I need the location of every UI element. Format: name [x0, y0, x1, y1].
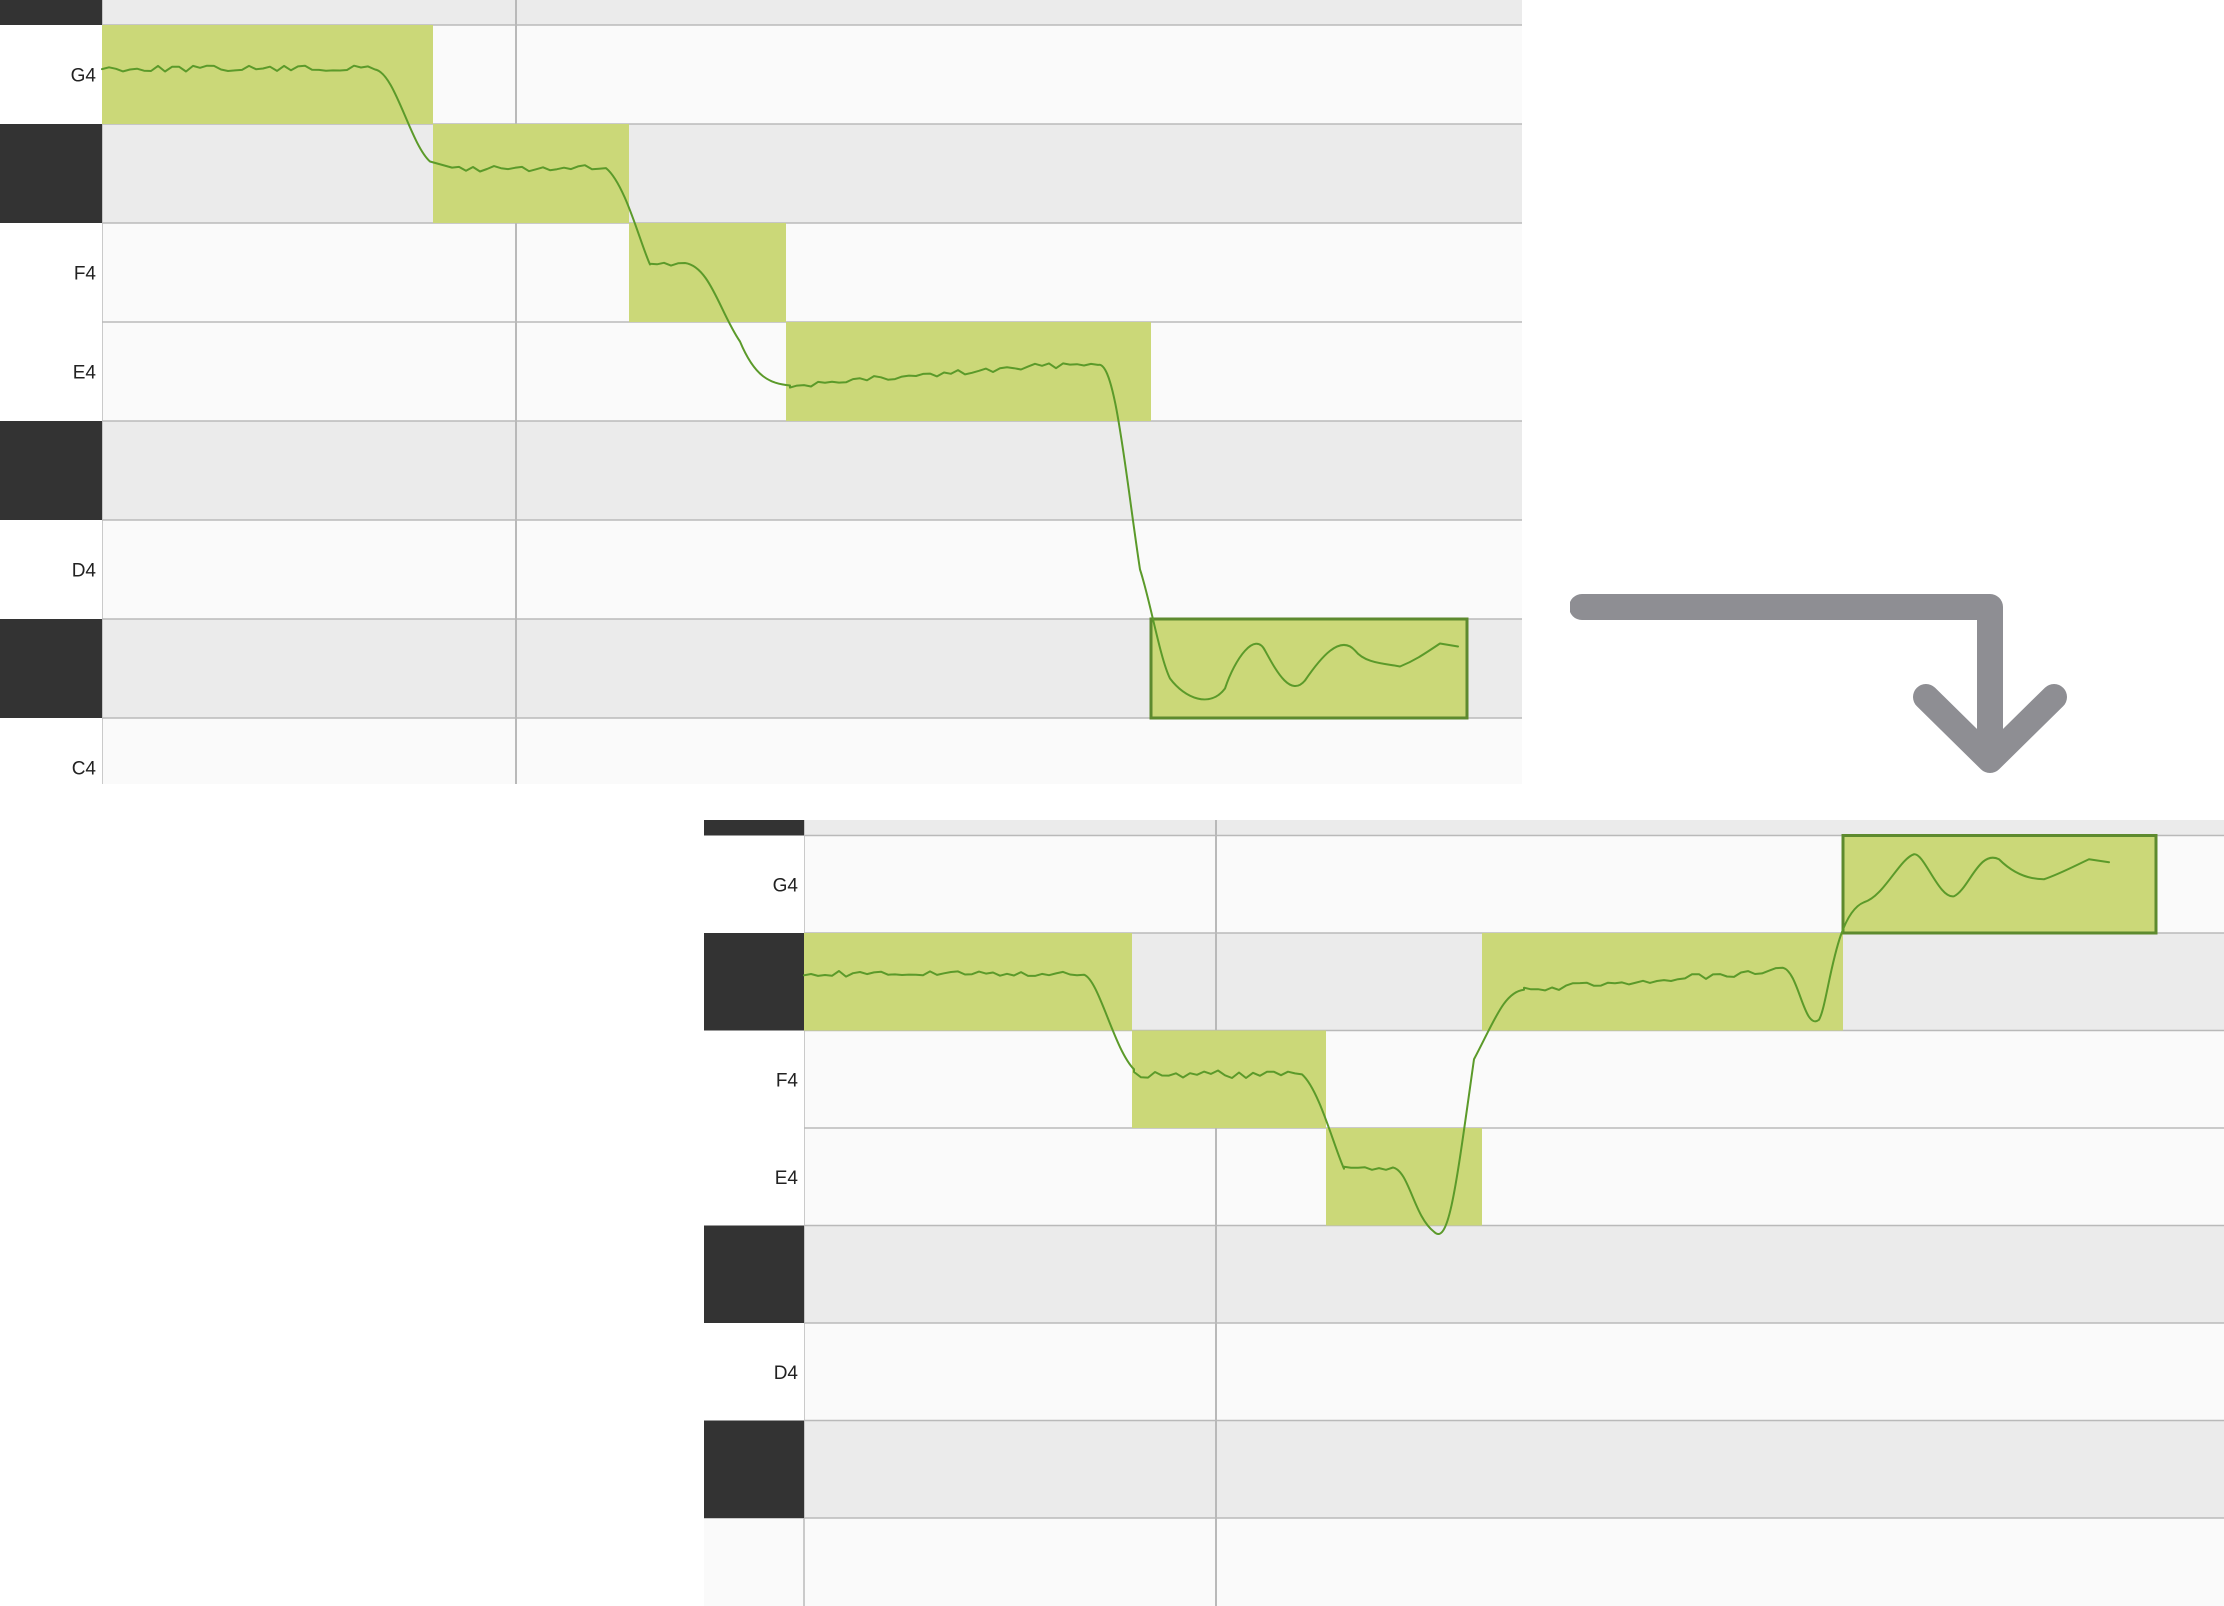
pitch-editor-before-canvas: G4 F4 E4 D4 C4 — [0, 0, 1522, 784]
pitch-lane — [804, 1225, 2224, 1323]
key-label: F4 — [74, 264, 97, 285]
black-key — [0, 0, 102, 25]
pitch-lane — [102, 421, 1522, 520]
key-label: D4 — [774, 1363, 799, 1384]
key-label: G4 — [71, 66, 97, 87]
pitch-lane — [804, 1323, 2224, 1421]
pitch-lane — [102, 223, 1522, 322]
pitch-editor-after-canvas: G4 F4 E4 D4 — [704, 820, 2224, 1606]
key-label: E4 — [73, 363, 97, 384]
key-label: G4 — [773, 875, 799, 896]
note-block[interactable] — [433, 124, 629, 223]
black-key — [0, 124, 102, 223]
key-label: D4 — [72, 561, 97, 582]
black-key — [704, 1420, 804, 1518]
pitch-editor-after: G4 F4 E4 D4 — [704, 820, 2224, 1606]
pitch-lane — [102, 718, 1522, 784]
selected-note-block[interactable] — [1841, 834, 2158, 935]
bent-down-arrow-icon — [1570, 594, 2067, 773]
selected-note-block[interactable] — [1149, 617, 1469, 720]
black-key — [704, 1225, 804, 1323]
black-key — [0, 619, 102, 718]
pitch-lane — [804, 1128, 2224, 1226]
key-label: C4 — [72, 759, 97, 780]
pitch-lane — [804, 1420, 2224, 1518]
pitch-lane — [102, 124, 1522, 223]
pitch-lane — [102, 520, 1522, 619]
black-key — [0, 421, 102, 520]
pitch-lane — [804, 820, 2224, 836]
pitch-lane — [804, 1030, 2224, 1128]
note-block[interactable] — [1482, 933, 1843, 1031]
black-key — [704, 820, 804, 836]
note-block[interactable] — [804, 933, 1132, 1031]
key-label: F4 — [776, 1070, 799, 1091]
pitch-lane — [102, 0, 1522, 25]
black-key — [704, 933, 804, 1031]
note-block[interactable] — [786, 322, 1151, 421]
note-block[interactable] — [629, 223, 786, 322]
key-label: E4 — [775, 1168, 799, 1189]
pitch-editor-before: G4 F4 E4 D4 C4 — [0, 0, 1522, 784]
note-block[interactable] — [1132, 1030, 1326, 1129]
